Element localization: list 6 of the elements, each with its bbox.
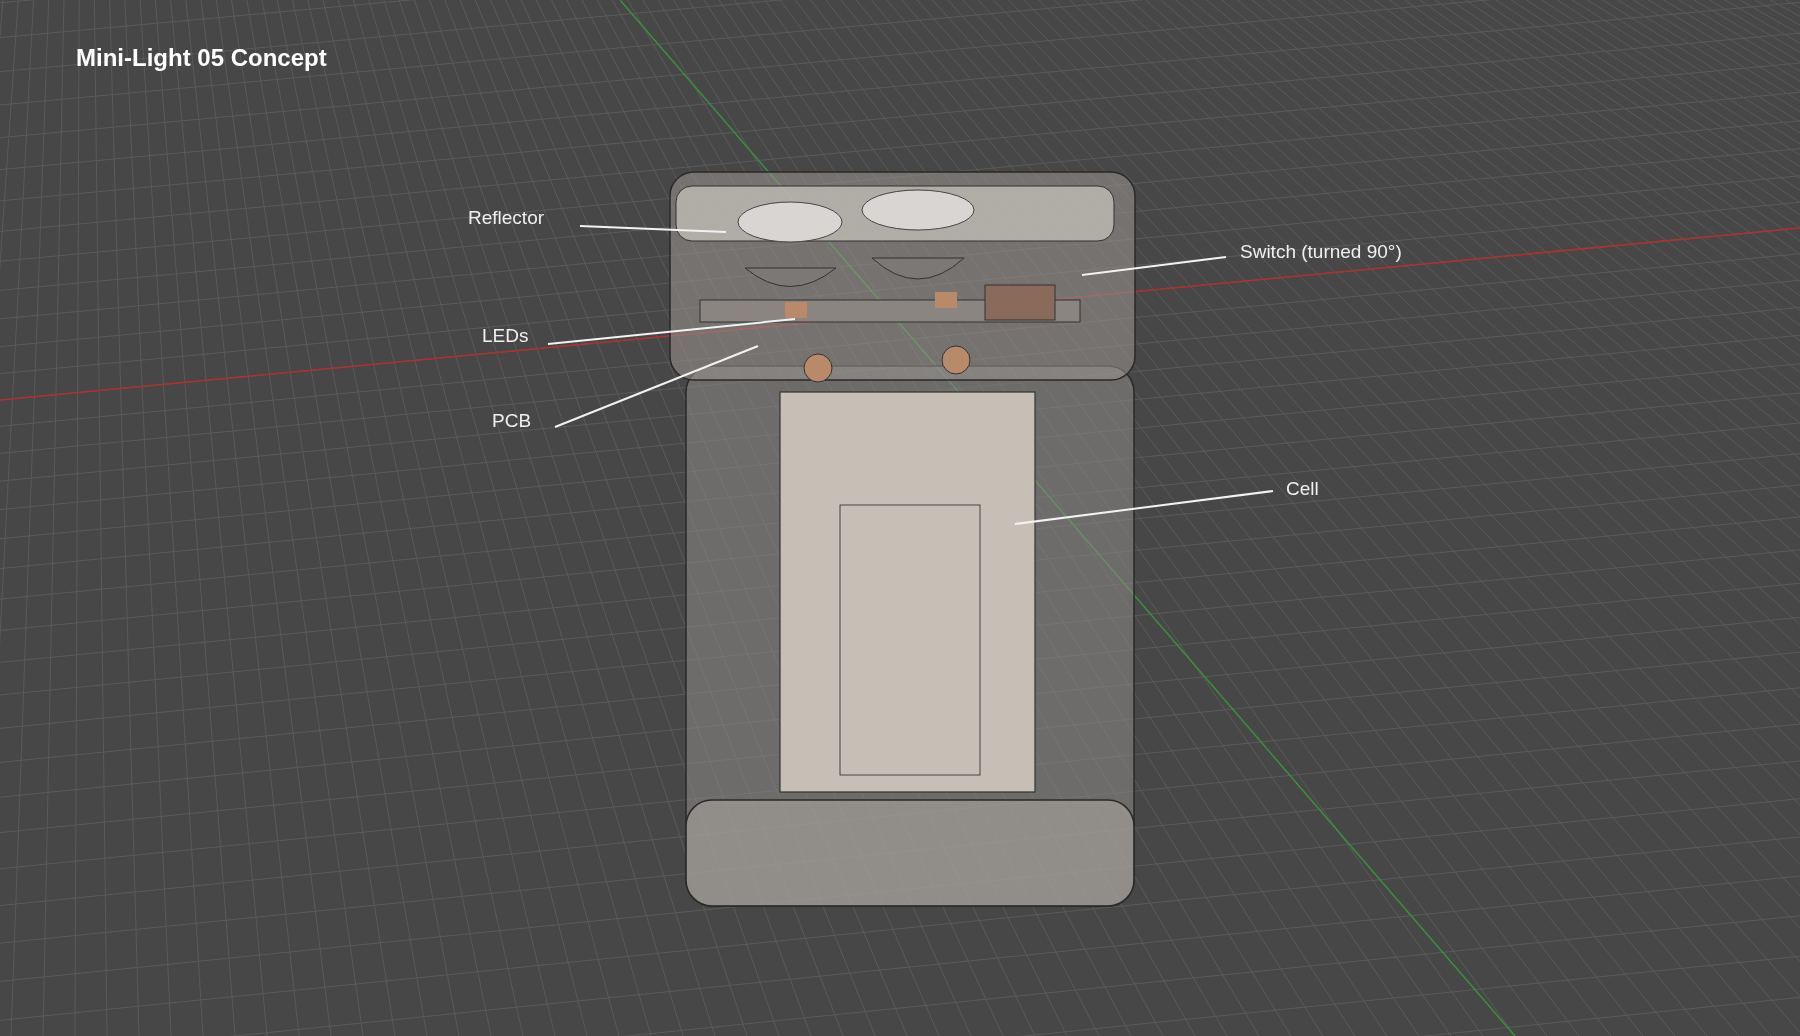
drawing-title: Mini-Light 05 Concept xyxy=(76,44,327,72)
callout-label: LEDs xyxy=(482,325,529,347)
callout-label: Switch (turned 90°) xyxy=(1240,241,1402,263)
callout-label: Cell xyxy=(1286,478,1319,500)
callout-label: PCB xyxy=(492,410,532,432)
callout-label: Reflector xyxy=(468,207,545,229)
